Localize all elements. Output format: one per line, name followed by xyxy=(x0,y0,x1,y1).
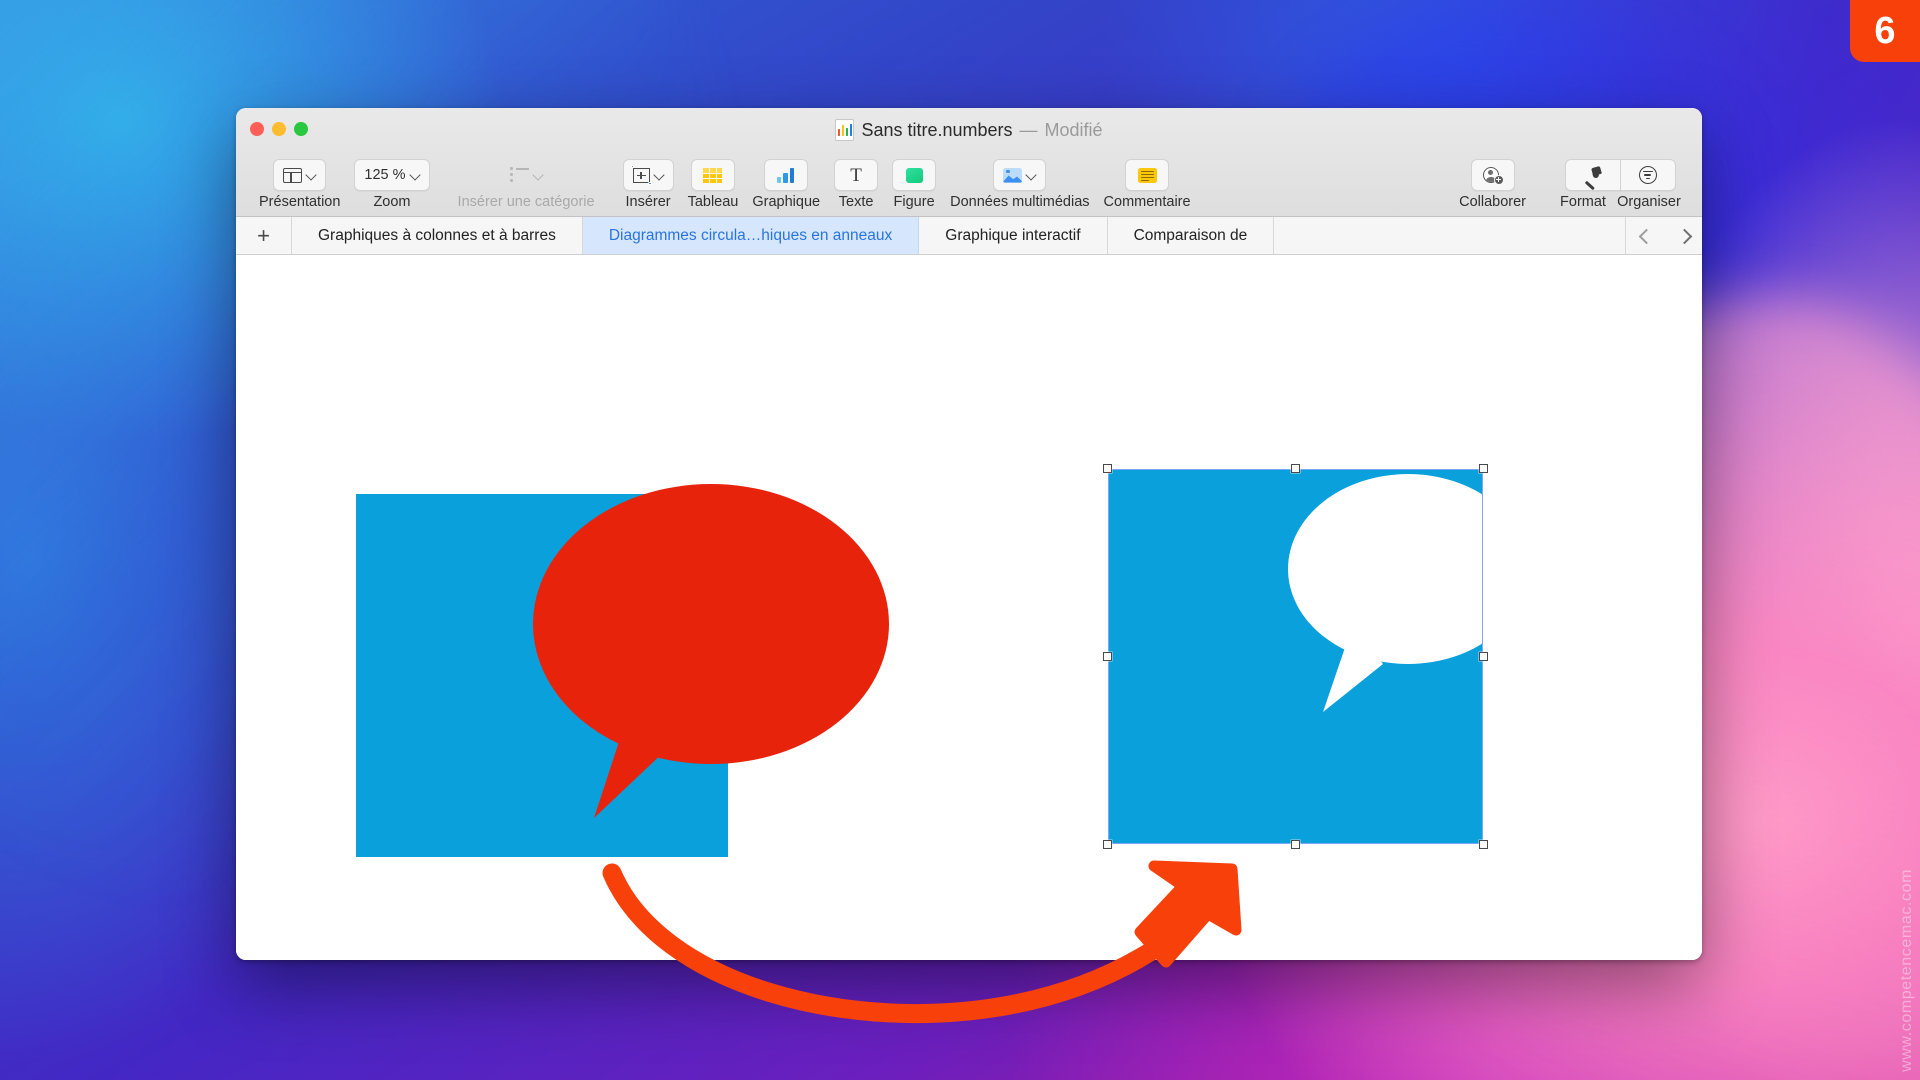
text-button[interactable]: T xyxy=(834,159,879,191)
category-list-icon xyxy=(509,167,529,183)
toolbar-item-media[interactable]: Données multimédias xyxy=(943,159,1096,210)
insert-cell-icon xyxy=(630,164,652,186)
window-chrome: Sans titre.numbers — Modifié Présentatio… xyxy=(236,108,1702,217)
sheet-tab-bar: + Graphiques à colonnes et à barres Diag… xyxy=(236,217,1702,255)
chart-button[interactable] xyxy=(764,159,809,191)
shape-icon xyxy=(905,167,923,183)
resize-handle-middle-right[interactable] xyxy=(1479,652,1488,661)
resize-handle-top-right[interactable] xyxy=(1479,464,1488,473)
window-title-separator: — xyxy=(1019,119,1038,140)
collaborate-button[interactable] xyxy=(1470,159,1515,191)
sheet-tab-prev-button[interactable] xyxy=(1626,217,1664,254)
zoom-label: Zoom xyxy=(373,194,411,210)
table-icon xyxy=(703,167,723,183)
toolbar-item-chart[interactable]: Graphique xyxy=(745,159,827,210)
comment-label: Commentaire xyxy=(1103,194,1191,210)
window-title-text: Sans titre.numbers xyxy=(861,119,1013,140)
media-label: Données multimédias xyxy=(950,194,1090,210)
chevron-down-icon xyxy=(655,171,664,180)
organise-icon xyxy=(1638,166,1657,184)
resize-handle-bottom-right[interactable] xyxy=(1479,840,1488,849)
toolbar-item-presentation[interactable]: Présentation xyxy=(252,159,347,210)
table-label: Tableau xyxy=(687,194,739,210)
watermark-text: www.competencemac.com xyxy=(1898,869,1915,1072)
sheet-tab-pie-donut[interactable]: Diagrammes circula…hiques en anneaux xyxy=(582,217,920,254)
toolbar-item-format-organise[interactable]: Format Organiser xyxy=(1547,159,1686,210)
toolbar-item-table[interactable]: Tableau xyxy=(681,159,746,210)
format-button[interactable] xyxy=(1564,159,1621,191)
insert-category-label: Insérer une catégorie xyxy=(457,194,595,210)
chart-label: Graphique xyxy=(752,194,821,210)
presentation-label: Présentation xyxy=(259,194,341,210)
format-organise-segmented[interactable] xyxy=(1564,159,1676,191)
chevron-right-icon xyxy=(1678,230,1689,241)
add-sheet-button[interactable]: + xyxy=(236,217,292,254)
media-icon xyxy=(1003,167,1023,183)
organise-label: Organiser xyxy=(1617,194,1681,210)
blue-square-with-bubble-cutout[interactable] xyxy=(1108,469,1493,854)
format-brush-icon xyxy=(1583,167,1602,184)
numbers-window: Sans titre.numbers — Modifié Présentatio… xyxy=(236,108,1702,960)
resize-handle-bottom-left[interactable] xyxy=(1103,840,1112,849)
resize-handle-top-center[interactable] xyxy=(1291,464,1300,473)
sheet-tab-interactive-chart[interactable]: Graphique interactif xyxy=(919,217,1108,254)
format-label: Format xyxy=(1560,194,1606,210)
toolbar-item-shape[interactable]: Figure xyxy=(885,159,943,210)
zoom-value: 125 % xyxy=(364,167,406,183)
toolbar-item-text[interactable]: T Texte xyxy=(827,159,885,210)
window-modified-state: Modifié xyxy=(1044,119,1103,140)
text-label: Texte xyxy=(838,194,874,210)
chevron-down-icon xyxy=(411,171,420,180)
presentation-button[interactable] xyxy=(273,159,327,191)
toolbar-item-collaborate[interactable]: Collaborer xyxy=(1452,159,1533,210)
format-organise-labels: Format Organiser xyxy=(1554,194,1686,210)
numbers-document-icon xyxy=(835,119,855,141)
shape-button[interactable] xyxy=(892,159,937,191)
toolbar-item-comment[interactable]: Commentaire xyxy=(1097,159,1198,210)
insert-category-button xyxy=(500,159,553,191)
insert-label: Insérer xyxy=(625,194,671,210)
layout-icon xyxy=(283,167,303,183)
blue-rectangle-with-red-bubble[interactable] xyxy=(356,472,976,892)
insert-button[interactable] xyxy=(622,159,674,191)
chevron-down-icon xyxy=(534,171,543,180)
organise-button[interactable] xyxy=(1619,159,1676,191)
resize-handle-bottom-center[interactable] xyxy=(1291,840,1300,849)
table-button[interactable] xyxy=(690,159,735,191)
step-number-badge: 6 xyxy=(1850,0,1920,62)
resize-handle-top-left[interactable] xyxy=(1103,464,1112,473)
chevron-down-icon xyxy=(307,171,316,180)
zoom-button[interactable]: 125 % xyxy=(354,159,430,191)
shape-group-right[interactable] xyxy=(1103,464,1493,859)
main-toolbar: Présentation 125 % Zoom Insérer une caté… xyxy=(236,150,1702,212)
chevron-left-icon xyxy=(1640,230,1651,241)
chevron-down-icon xyxy=(1027,171,1036,180)
collaborate-label: Collaborer xyxy=(1459,194,1526,210)
window-title: Sans titre.numbers — Modifié xyxy=(236,119,1702,141)
toolbar-item-zoom[interactable]: 125 % Zoom xyxy=(347,159,436,210)
resize-handle-middle-left[interactable] xyxy=(1103,652,1112,661)
shape-group-left[interactable] xyxy=(356,472,976,897)
sheet-tab-columns-bars[interactable]: Graphiques à colonnes et à barres xyxy=(292,217,583,254)
text-icon: T xyxy=(850,164,862,186)
sheet-tab-navigation xyxy=(1625,217,1702,254)
sheet-tab-comparison[interactable]: Comparaison de xyxy=(1108,217,1275,254)
toolbar-item-insert[interactable]: Insérer xyxy=(616,159,681,210)
media-button[interactable] xyxy=(993,159,1047,191)
comment-button[interactable] xyxy=(1125,159,1170,191)
sheet-canvas[interactable] xyxy=(236,255,1702,960)
collaborate-icon xyxy=(1482,166,1504,185)
window-titlebar: Sans titre.numbers — Modifié xyxy=(236,108,1702,150)
comment-icon xyxy=(1137,167,1157,183)
chart-icon xyxy=(776,167,796,183)
sheet-tab-next-button[interactable] xyxy=(1664,217,1702,254)
toolbar-item-category: Insérer une catégorie xyxy=(451,159,602,210)
shape-label: Figure xyxy=(893,194,935,210)
